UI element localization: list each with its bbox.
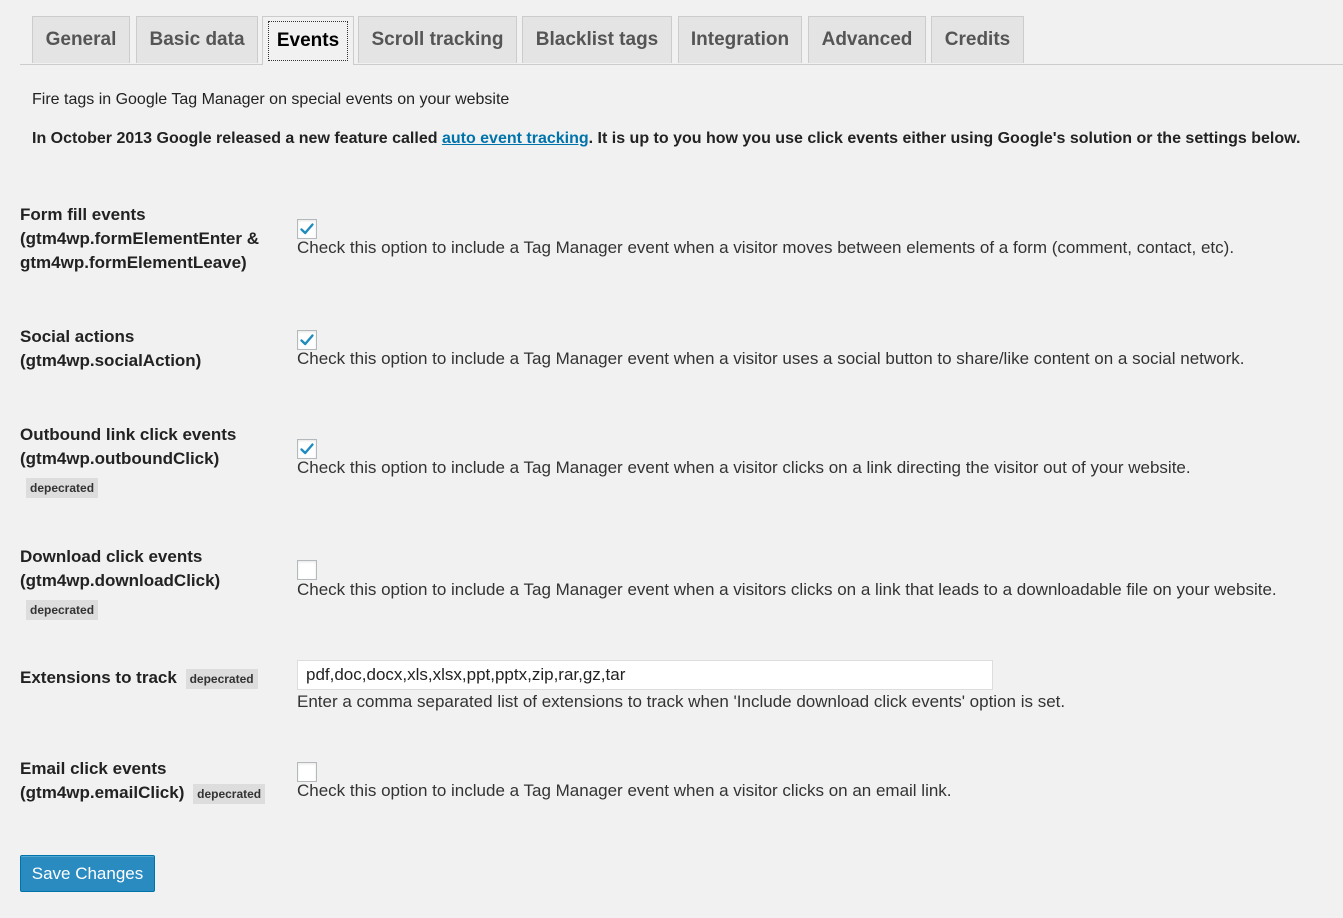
outbound-click-checkbox[interactable] [297,439,317,459]
email-click-checkbox[interactable] [297,762,317,782]
tab-label: Blacklist tags [535,29,659,50]
email-click-label: Email click events (gtm4wp.emailClick) d… [20,757,266,805]
tab-scroll-tracking[interactable]: Scroll tracking [358,16,517,63]
deprecated-badge: depecrated [185,668,258,689]
tab-advanced[interactable]: Advanced [808,16,926,63]
social-actions-description: Check this option to include a Tag Manag… [297,349,1245,368]
label-line: (gtm4wp.formElementEnter & [20,229,259,248]
extensions-input[interactable]: pdf,doc,docx,xls,xlsx,ppt,pptx,zip,rar,g… [297,660,993,690]
outbound-click-description: Check this option to include a Tag Manag… [297,458,1191,477]
form-fill-label: Form fill events (gtm4wp.formElementEnte… [20,203,259,275]
label-line: Download click events [20,547,203,566]
deprecated-badge: depecrated [26,599,99,620]
tab-label: Events [267,21,349,61]
auto-event-notice: In October 2013 Google released a new fe… [32,130,1300,148]
notice-text: . It is up to you how you use click even… [588,130,1301,147]
download-click-label: Download click events (gtm4wp.downloadCl… [20,545,220,621]
checkmark-icon [300,443,314,455]
tab-label: Scroll tracking [371,29,504,50]
form-fill-checkbox[interactable] [297,219,317,239]
label-line: (gtm4wp.socialAction) [20,351,202,370]
outbound-click-label: Outbound link click events (gtm4wp.outbo… [20,423,236,499]
form-fill-description: Check this option to include a Tag Manag… [297,238,1235,257]
tab-label: Credits [944,29,1011,50]
deprecated-badge: depecrated [26,477,99,498]
email-click-description: Check this option to include a Tag Manag… [297,781,952,800]
tab-blacklist-tags[interactable]: Blacklist tags [522,16,672,63]
label-line: (gtm4wp.outboundClick) [20,449,220,468]
section-intro: Fire tags in Google Tag Manager on speci… [32,91,510,108]
label-line: Form fill events [20,205,146,224]
social-actions-checkbox[interactable] [297,330,317,350]
checkmark-icon [300,223,314,235]
save-changes-button[interactable]: Save Changes [20,855,155,892]
tab-basic-data[interactable]: Basic data [136,16,258,63]
tab-integration[interactable]: Integration [678,16,802,63]
extensions-description: Enter a comma separated list of extensio… [297,692,1066,711]
download-click-description: Check this option to include a Tag Manag… [297,580,1277,599]
tab-label: Integration [690,29,790,50]
download-click-checkbox[interactable] [297,560,317,580]
label-line: Outbound link click events [20,425,237,444]
deprecated-badge: depecrated [193,783,266,804]
tab-events[interactable]: Events [262,16,354,65]
label-line: (gtm4wp.emailClick) [20,783,185,802]
auto-event-tracking-link[interactable]: auto event tracking [442,130,589,147]
tab-label: Basic data [149,29,245,50]
social-actions-label: Social actions (gtm4wp.socialAction) [20,325,201,373]
tab-label: General [45,29,117,50]
tab-credits[interactable]: Credits [931,16,1024,63]
label-line: Extensions to track [20,668,177,687]
label-line: Email click events [20,759,167,778]
extensions-label: Extensions to track depecrated [20,666,258,690]
notice-text: In October 2013 Google released a new fe… [32,130,442,147]
label-line: (gtm4wp.downloadClick) [20,571,221,590]
settings-tabs: General Basic data Events Scroll trackin… [20,16,1343,65]
tab-label: Advanced [821,29,913,50]
label-line: gtm4wp.formElementLeave) [20,253,247,272]
tab-general[interactable]: General [32,16,130,63]
checkmark-icon [300,334,314,346]
label-line: Social actions [20,327,135,346]
